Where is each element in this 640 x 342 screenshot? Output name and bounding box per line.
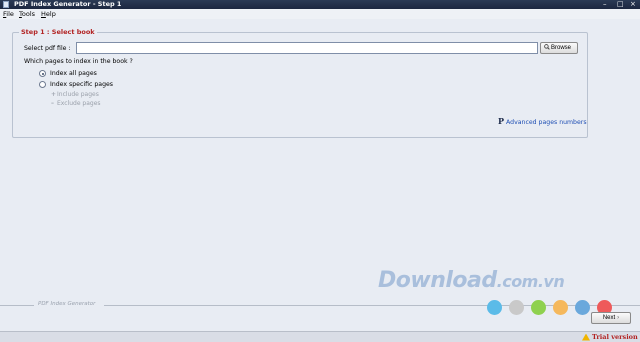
watermark-dot [509,300,524,315]
next-arrow-icon: › [617,315,620,321]
step-legend: Step 1 : Select book [19,28,97,37]
index-specific-label: Index specific pages [50,81,114,88]
pdf-file-label: Select pdf file : [24,45,71,52]
menu-file[interactable]: File [3,9,14,19]
close-icon[interactable]: × [630,0,636,9]
watermark-dot [487,300,502,315]
app-icon [3,1,9,8]
trial-status[interactable]: Trial version [582,332,638,342]
index-all-label: Index all pages [50,70,97,77]
window-title: PDF Index Generator - Step 1 [14,0,122,8]
exclude-pages-item[interactable]: – Exclude pages [51,100,101,108]
warning-icon [582,333,590,341]
watermark-logo: Download.com.vn [378,268,565,293]
menu-tools[interactable]: Tools [19,9,35,19]
status-bar: Trial version [0,331,640,342]
footer-divider-left [0,305,34,306]
browse-icon [544,44,550,51]
watermark-dot [575,300,590,315]
index-all-radio[interactable] [39,70,46,77]
menu-bar: File Tools Help [0,9,640,19]
select-book-group: Step 1 : Select book Select pdf file : B… [12,28,588,138]
include-pages-item[interactable]: +Include pages [51,91,99,99]
watermark-dot [553,300,568,315]
pdf-file-input[interactable] [76,42,538,54]
footer-label: PDF Index Generator [38,301,96,307]
watermark-dot [531,300,546,315]
minimize-icon[interactable]: – [603,0,607,9]
page-number-icon: P [498,116,505,126]
maximize-icon[interactable]: □ [617,0,624,9]
index-specific-radio[interactable] [39,81,46,88]
pages-question: Which pages to index in the book ? [24,58,133,65]
menu-help[interactable]: Help [41,9,56,19]
title-bar: PDF Index Generator - Step 1 – □ × [0,0,640,9]
advanced-pages-link[interactable]: P Advanced pages numbers [498,117,587,127]
browse-button[interactable]: Browse [540,42,578,54]
next-button[interactable]: Next › [591,312,631,324]
